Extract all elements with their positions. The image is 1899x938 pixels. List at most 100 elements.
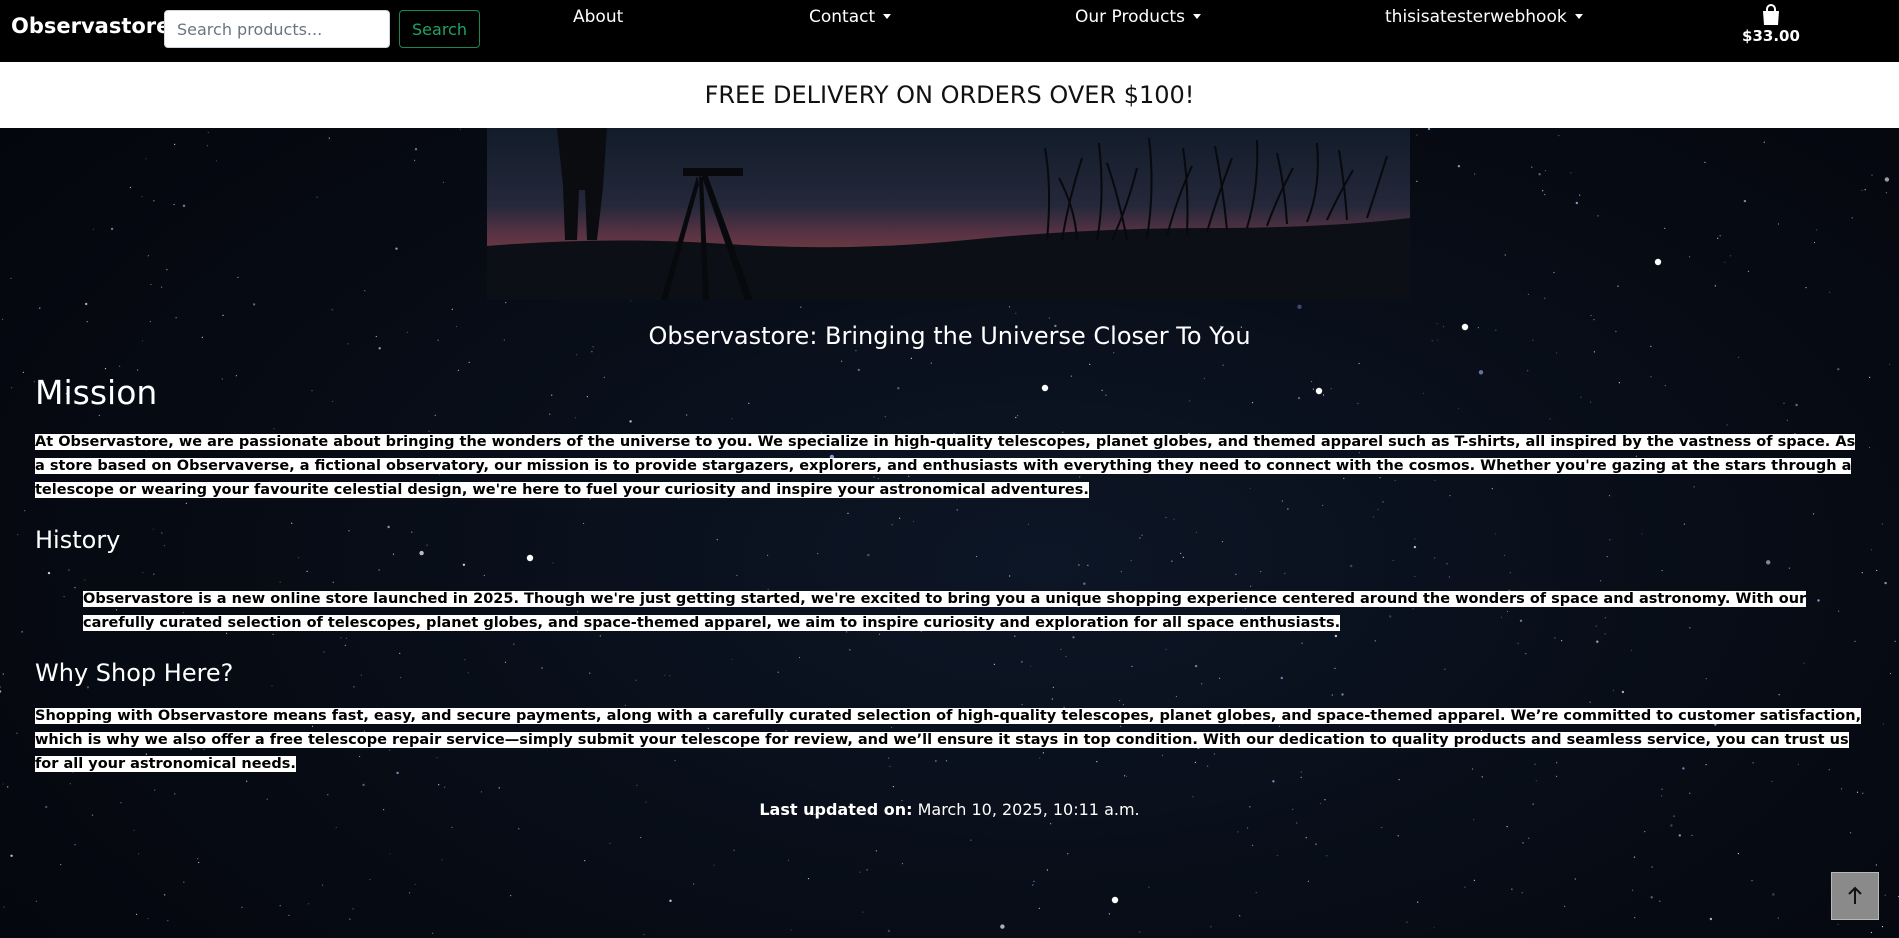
star xyxy=(584,860,586,862)
star xyxy=(1504,254,1506,256)
star xyxy=(348,530,350,532)
cart-button[interactable]: $33.00 xyxy=(1733,4,1809,54)
star xyxy=(316,196,318,198)
star xyxy=(147,255,149,257)
star xyxy=(1564,905,1566,907)
star xyxy=(60,863,62,866)
star xyxy=(1474,173,1476,175)
star xyxy=(1312,388,1314,390)
star xyxy=(1612,689,1614,692)
star xyxy=(182,204,186,207)
star xyxy=(362,783,365,787)
star xyxy=(167,920,169,922)
star xyxy=(1416,134,1418,136)
star xyxy=(1252,844,1254,847)
star xyxy=(174,143,176,145)
star xyxy=(183,881,185,883)
star xyxy=(399,652,401,654)
star xyxy=(1089,363,1091,365)
star xyxy=(35,900,38,903)
star xyxy=(323,651,325,653)
star xyxy=(2,783,4,785)
star xyxy=(1008,306,1011,308)
star xyxy=(1300,776,1302,779)
star xyxy=(1875,864,1877,866)
star xyxy=(279,905,281,907)
star xyxy=(1322,504,1324,506)
star xyxy=(141,196,143,198)
star xyxy=(1305,837,1307,839)
star xyxy=(175,317,177,319)
star xyxy=(1884,581,1887,585)
star xyxy=(1683,523,1685,525)
star xyxy=(1032,884,1034,886)
star xyxy=(1606,556,1608,558)
star xyxy=(147,918,149,920)
star xyxy=(993,663,996,665)
star xyxy=(1544,194,1546,196)
star xyxy=(1816,229,1818,231)
star xyxy=(1714,285,1716,287)
star xyxy=(1813,241,1816,244)
star xyxy=(1544,170,1547,172)
star xyxy=(1574,878,1576,880)
scroll-to-top-button[interactable] xyxy=(1831,872,1879,920)
nav-dropdown-products[interactable]: Our Products xyxy=(1075,7,1201,27)
star xyxy=(414,159,416,161)
star xyxy=(1771,780,1773,783)
star xyxy=(1590,401,1592,403)
nav-dropdown-account[interactable]: thisisatesterwebhook xyxy=(1385,7,1583,27)
star xyxy=(1709,917,1713,921)
star xyxy=(552,562,554,564)
star xyxy=(1840,788,1843,790)
star xyxy=(583,522,585,525)
last-updated-value: March 10, 2025, 10:11 a.m. xyxy=(917,800,1140,819)
star xyxy=(1050,823,1052,825)
star xyxy=(173,203,175,206)
nav-dropdown-contact[interactable]: Contact xyxy=(809,7,892,27)
star xyxy=(551,394,553,396)
brand-logo[interactable]: Observastore xyxy=(11,14,170,38)
star xyxy=(1870,549,1873,551)
star xyxy=(1600,580,1602,582)
star xyxy=(899,517,901,519)
star xyxy=(1473,879,1475,882)
bright-star xyxy=(1111,896,1119,904)
caret-down-icon xyxy=(1192,14,1201,19)
star xyxy=(1854,640,1856,642)
star xyxy=(1856,791,1859,793)
star xyxy=(395,247,398,250)
star xyxy=(1434,557,1436,559)
star xyxy=(1885,192,1887,194)
star xyxy=(1083,582,1086,585)
star xyxy=(164,894,166,896)
nav-link-about[interactable]: About xyxy=(573,7,623,27)
star xyxy=(731,418,733,420)
star xyxy=(1777,223,1780,225)
star xyxy=(10,277,12,279)
bright-star xyxy=(1315,387,1323,395)
star xyxy=(152,528,154,530)
search-input[interactable] xyxy=(164,10,390,48)
star xyxy=(1038,907,1040,909)
star xyxy=(441,859,443,861)
star xyxy=(513,643,515,645)
star xyxy=(3,906,5,908)
star xyxy=(1837,923,1839,926)
star xyxy=(716,539,718,541)
star xyxy=(1334,667,1336,669)
star xyxy=(74,587,76,589)
star xyxy=(1120,571,1122,573)
star xyxy=(328,137,330,139)
star xyxy=(332,581,334,584)
star xyxy=(142,571,144,574)
star xyxy=(1664,384,1666,387)
mission-paragraph: At Observastore, we are passionate about… xyxy=(35,430,1865,502)
star xyxy=(956,509,958,511)
star xyxy=(686,414,688,416)
search-button[interactable]: Search xyxy=(399,10,480,48)
star xyxy=(1850,832,1852,834)
star xyxy=(976,555,978,558)
star xyxy=(1738,356,1740,358)
star xyxy=(1373,516,1375,518)
